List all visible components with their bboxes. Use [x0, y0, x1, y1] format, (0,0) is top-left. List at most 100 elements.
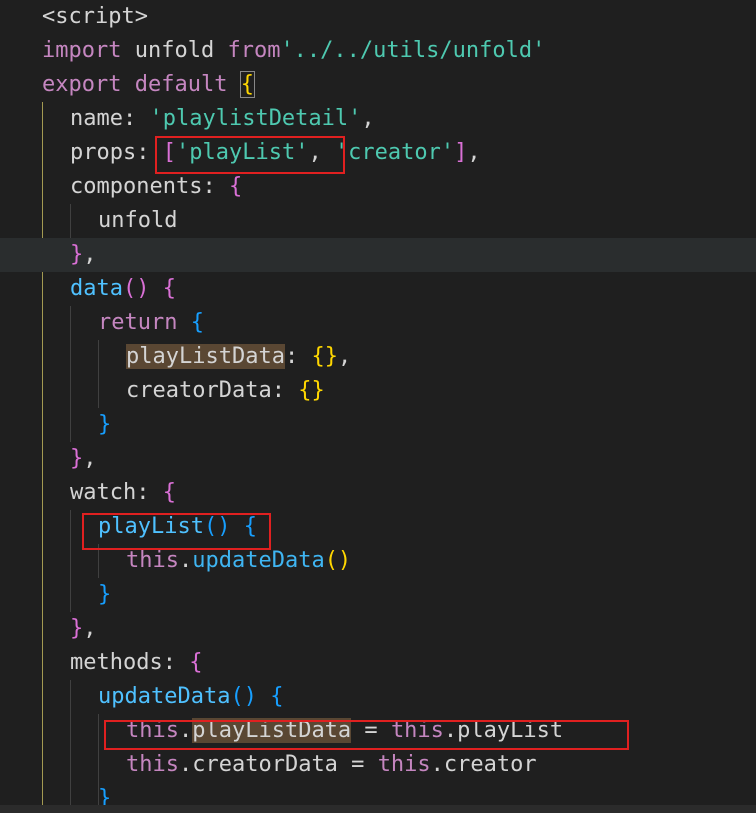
- code-token: watch: [70, 480, 137, 505]
- code-line-content: methods: {: [70, 646, 202, 680]
- code-line[interactable]: watch: {: [0, 476, 756, 510]
- code-token: ,: [83, 616, 97, 641]
- code-line-content: export default {: [42, 68, 255, 102]
- code-token: props: [70, 140, 137, 165]
- code-line-content: },: [70, 442, 97, 476]
- code-line[interactable]: },: [0, 442, 756, 476]
- code-token: updateData: [98, 684, 231, 709]
- code-line-content: return {: [98, 306, 204, 340]
- code-token: 'creator': [334, 140, 455, 165]
- code-line[interactable]: import unfold from'../../utils/unfold': [0, 34, 756, 68]
- code-token: methods: [70, 650, 163, 675]
- annotation-box-assignment: [104, 720, 629, 750]
- code-token: ,: [337, 344, 352, 369]
- code-token: this: [377, 752, 431, 777]
- code-line-content: },: [70, 238, 97, 272]
- code-token: =: [337, 752, 378, 777]
- code-line-content: import unfold from'../../utils/unfold': [42, 34, 545, 68]
- code-line[interactable]: this.creatorData = this.creator: [0, 748, 756, 782]
- code-token: {: [239, 71, 255, 98]
- code-line-current[interactable]: },: [0, 238, 756, 272]
- code-line[interactable]: data() {: [0, 272, 756, 306]
- code-token: ,: [83, 242, 97, 267]
- code-line[interactable]: }: [0, 408, 756, 442]
- code-line[interactable]: methods: {: [0, 646, 756, 680]
- code-token: :: [136, 480, 163, 505]
- code-token: .: [178, 548, 193, 573]
- code-line[interactable]: components: {: [0, 170, 756, 204]
- code-line-content: }: [98, 578, 111, 612]
- code-token: return: [98, 310, 178, 335]
- code-line[interactable]: },: [0, 612, 756, 646]
- code-line[interactable]: props: ['playList', 'creator'],: [0, 136, 756, 170]
- code-token: :: [271, 378, 299, 403]
- code-line-content: creatorData: {}: [126, 374, 325, 408]
- code-line-content: data() {: [70, 272, 176, 306]
- code-token: {: [270, 684, 284, 709]
- code-token: {: [162, 480, 176, 505]
- code-line-content: components: {: [70, 170, 242, 204]
- code-line-content: unfold: [98, 204, 177, 238]
- code-token: }: [98, 582, 112, 607]
- code-token: }: [70, 242, 84, 267]
- code-token: {: [228, 174, 243, 199]
- code-token: {: [162, 276, 176, 301]
- code-token: }: [70, 616, 84, 641]
- code-token: default: [134, 72, 228, 97]
- code-line-content: playListData: {},: [126, 340, 351, 374]
- code-token: :: [202, 174, 229, 199]
- code-line[interactable]: updateData() {: [0, 680, 756, 714]
- code-token: }: [70, 446, 84, 471]
- horizontal-scrollbar[interactable]: [0, 805, 756, 813]
- code-token: creator: [443, 752, 537, 777]
- code-token: (): [230, 684, 257, 709]
- code-editor[interactable]: <script> import unfold from'../../utils/…: [0, 0, 756, 813]
- code-line[interactable]: playListData: {},: [0, 340, 756, 374]
- annotation-box-props: [155, 136, 345, 174]
- code-token: .: [430, 752, 444, 777]
- code-line-content: <script>: [42, 0, 148, 34]
- code-token: (): [122, 276, 150, 301]
- code-line[interactable]: creatorData: {}: [0, 374, 756, 408]
- code-token: {}: [298, 378, 325, 403]
- annotation-box-watch-playlist: [82, 513, 271, 550]
- code-token: {: [190, 310, 204, 335]
- code-line-content: watch: {: [70, 476, 176, 510]
- code-token: ,: [467, 140, 481, 165]
- code-token: creatorData: [192, 752, 338, 777]
- code-token: {}: [311, 344, 338, 369]
- code-line-content: this.creatorData = this.creator: [126, 748, 537, 782]
- code-line[interactable]: name: 'playlistDetail',: [0, 102, 756, 136]
- code-token: components: [70, 174, 203, 199]
- code-token: ,: [361, 106, 375, 131]
- code-token: (): [324, 548, 352, 573]
- code-line[interactable]: export default {: [0, 68, 756, 102]
- code-token: ]: [454, 140, 468, 165]
- code-token: data: [70, 276, 123, 301]
- code-token: :: [162, 650, 190, 675]
- code-token: this: [126, 752, 179, 777]
- code-token: 'playlistDetail': [149, 106, 362, 131]
- code-line[interactable]: return {: [0, 306, 756, 340]
- code-token: <script>: [42, 4, 148, 29]
- code-token: unfold: [98, 208, 178, 233]
- code-line-content: name: 'playlistDetail',: [70, 102, 375, 136]
- code-line[interactable]: <script>: [0, 0, 756, 34]
- code-token: creatorData: [126, 378, 272, 403]
- code-line[interactable]: unfold: [0, 204, 756, 238]
- code-token: ,: [83, 446, 97, 471]
- code-token: name: [70, 106, 123, 131]
- code-line-content: },: [70, 612, 97, 646]
- code-token: .: [178, 752, 193, 777]
- code-token: '../../utils/unfold': [280, 38, 546, 63]
- code-token: playListData: [126, 344, 285, 369]
- code-line[interactable]: }: [0, 578, 756, 612]
- code-token: this: [126, 548, 179, 573]
- code-token: from: [227, 38, 281, 63]
- code-line-content: }: [98, 408, 111, 442]
